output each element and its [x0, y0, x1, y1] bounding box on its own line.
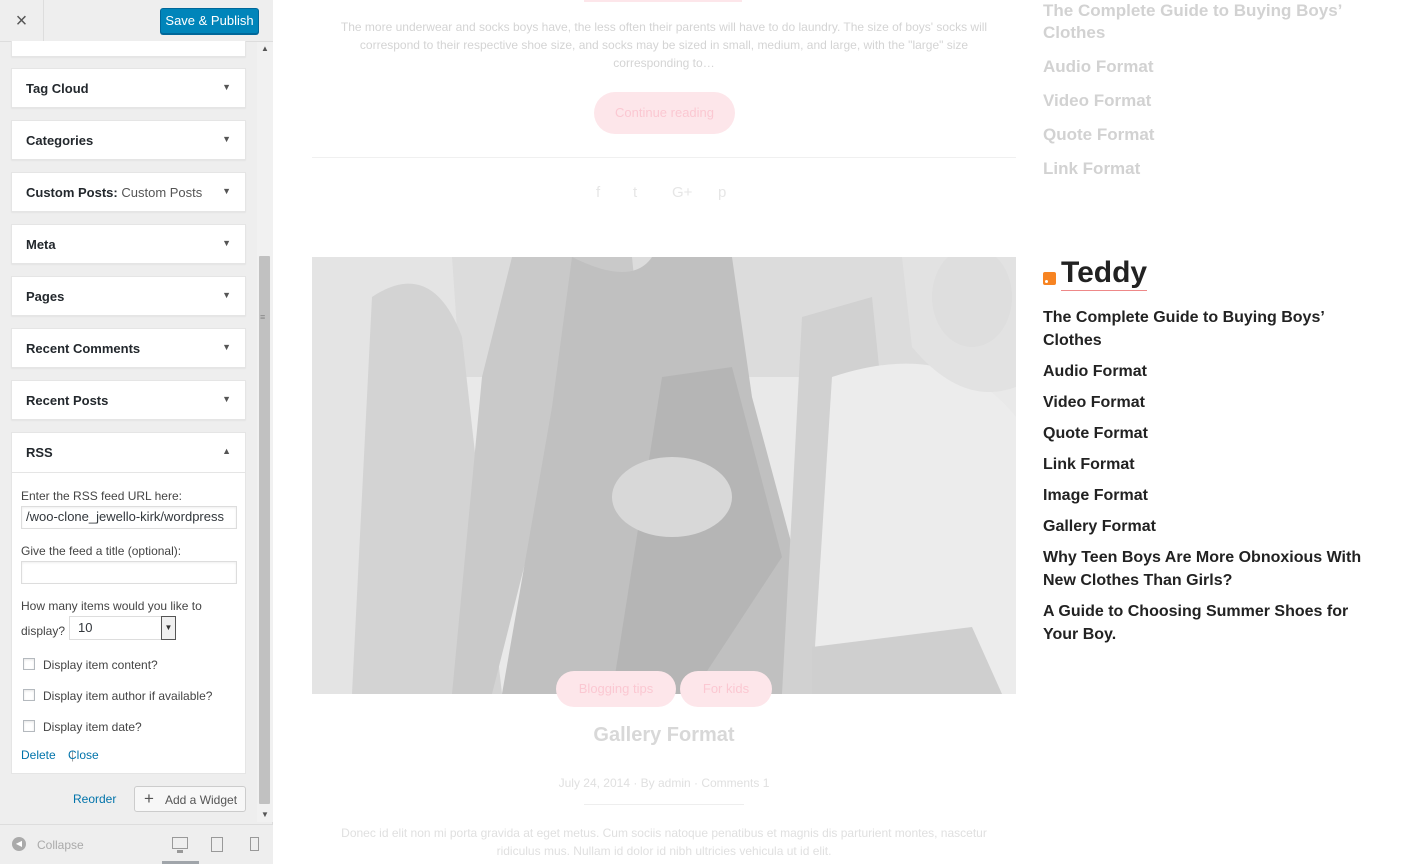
widget-subtitle: Custom Posts: [121, 185, 203, 200]
widget-recent-comments[interactable]: Recent Comments ▼: [11, 328, 246, 368]
customizer-footer: ◀ Collapse: [0, 824, 273, 864]
divider: [584, 804, 744, 805]
accent-line: [584, 0, 742, 2]
checkbox-label: Display item author if available?: [43, 689, 213, 703]
widget-title: Categories: [26, 133, 94, 148]
close-icon[interactable]: ×: [0, 0, 44, 42]
sidebar-post-list: The Complete Guide to Buying Boys’ Cloth…: [1043, 0, 1373, 180]
chevron-up-icon[interactable]: ▲: [222, 446, 231, 456]
post-excerpt: The more underwear and socks boys have, …: [340, 20, 988, 70]
widget-title: Pages: [26, 289, 65, 304]
feed-title-label: Give the feed a title (optional):: [21, 544, 182, 558]
checkbox[interactable]: [23, 689, 35, 701]
post-link[interactable]: Video Format: [1043, 90, 1373, 112]
post-title[interactable]: Gallery Format: [514, 724, 814, 747]
widget-title: Meta: [26, 237, 56, 252]
rss-item-link[interactable]: Gallery Format: [1043, 515, 1383, 538]
continue-reading-button[interactable]: Continue reading: [594, 92, 735, 134]
post-meta: July 24, 2014 · By admin · Comments 1: [558, 776, 770, 790]
save-publish-button[interactable]: Save & Publish: [160, 8, 259, 34]
twitter-icon[interactable]: t: [633, 184, 637, 201]
items-count-select[interactable]: 10 ▼: [69, 616, 176, 640]
rss-item-link[interactable]: Why Teen Boys Are More Obnoxious With Ne…: [1043, 546, 1383, 592]
post-featured-image[interactable]: [312, 257, 1016, 694]
widget-rss: RSS ▲ Enter the RSS feed URL here: woo-c…: [11, 432, 246, 774]
rss-item-list: The Complete Guide to Buying Boys’ Cloth…: [1043, 306, 1383, 654]
items-count-value: 10: [78, 620, 93, 635]
divider: [312, 157, 1016, 158]
collapse-icon[interactable]: ◀: [12, 837, 26, 851]
rss-item-link[interactable]: Quote Format: [1043, 422, 1383, 445]
pinterest-icon[interactable]: p: [718, 184, 726, 201]
customizer-header: × Save & Publish: [0, 0, 273, 42]
collapse-label[interactable]: Collapse: [37, 838, 84, 852]
site-preview: The more underwear and socks boys have, …: [274, 0, 1419, 864]
chevron-down-icon[interactable]: ▼: [222, 238, 231, 248]
chevron-down-icon[interactable]: ▼: [222, 290, 231, 300]
widget-title: Tag Cloud: [26, 81, 89, 96]
mobile-icon[interactable]: [250, 837, 259, 851]
category-pill[interactable]: For kids: [680, 671, 772, 707]
widget-rss-header[interactable]: RSS ▲: [12, 433, 245, 473]
add-widget-button[interactable]: + Add a Widget: [134, 786, 246, 812]
customizer-sidebar: × Save & Publish Tag Cloud ▼ Categories …: [0, 0, 273, 864]
checkbox-label: Display item content?: [43, 658, 158, 672]
rss-url-input[interactable]: woo-clone_jewello-kirk/wordpress/: [21, 506, 237, 529]
reorder-link[interactable]: Reorder: [73, 792, 116, 806]
sidebar-scrollbar[interactable]: ▲ ≡ ▼: [257, 42, 273, 822]
chevron-down-icon[interactable]: ▼: [222, 134, 231, 144]
checkbox-label: Display item date?: [43, 720, 142, 734]
scroll-up-icon[interactable]: ▲: [261, 44, 269, 53]
widget-title: Recent Posts: [26, 393, 109, 408]
featured-photo: [312, 257, 1016, 694]
tablet-icon[interactable]: [211, 837, 223, 852]
widget-categories[interactable]: Categories ▼: [11, 120, 246, 160]
rss-url-label: Enter the RSS feed URL here:: [21, 489, 182, 503]
rss-item-link[interactable]: The Complete Guide to Buying Boys’ Cloth…: [1043, 306, 1383, 352]
rss-item-link[interactable]: Video Format: [1043, 391, 1383, 414]
chevron-down-icon[interactable]: ▼: [222, 342, 231, 352]
rss-widget-title[interactable]: Teddy: [1061, 256, 1148, 291]
category-pill[interactable]: Blogging tips: [556, 671, 676, 707]
chevron-down-icon[interactable]: ▼: [222, 394, 231, 404]
post-link[interactable]: Link Format: [1043, 158, 1373, 180]
scrollbar-grip-icon: ≡: [260, 312, 266, 322]
widget-pages[interactable]: Pages ▼: [11, 276, 246, 316]
plus-icon: +: [144, 789, 154, 808]
desktop-icon[interactable]: [172, 837, 188, 853]
rss-item-link[interactable]: A Guide to Choosing Summer Shoes for You…: [1043, 600, 1383, 646]
items-count-label: How many items would you like to: [21, 599, 202, 613]
chevron-down-icon[interactable]: ▼: [222, 82, 231, 92]
facebook-icon[interactable]: f: [596, 184, 600, 201]
google-plus-icon[interactable]: G+: [672, 184, 692, 201]
scroll-down-icon[interactable]: ▼: [261, 810, 269, 819]
widget-title-text: Custom Posts:: [26, 185, 118, 200]
post-link[interactable]: Audio Format: [1043, 56, 1373, 78]
rss-item-link[interactable]: Link Format: [1043, 453, 1383, 476]
scrollbar-thumb[interactable]: [259, 256, 270, 804]
widget-title: Recent Comments: [26, 341, 141, 356]
rss-icon[interactable]: [1043, 272, 1056, 285]
rss-item-link[interactable]: Image Format: [1043, 484, 1383, 507]
widget-meta[interactable]: Meta ▼: [11, 224, 246, 264]
widget-title: RSS: [26, 445, 53, 460]
widget-title: Custom Posts: Custom Posts: [26, 185, 202, 200]
chevron-down-icon[interactable]: ▼: [222, 186, 231, 196]
chevron-down-icon[interactable]: ▼: [161, 616, 176, 640]
close-link[interactable]: Close: [68, 748, 99, 762]
widget-custom-posts[interactable]: Custom Posts: Custom Posts ▼: [11, 172, 246, 212]
delete-link[interactable]: Delete: [21, 748, 56, 762]
add-widget-label: Add a Widget: [165, 793, 238, 807]
widget-tag-cloud[interactable]: Tag Cloud ▼: [11, 68, 246, 108]
post-link[interactable]: Quote Format: [1043, 124, 1373, 146]
post-link[interactable]: The Complete Guide to Buying Boys’ Cloth…: [1043, 0, 1373, 44]
checkbox[interactable]: [23, 658, 35, 670]
checkbox[interactable]: [23, 720, 35, 732]
widget-partial[interactable]: [11, 41, 246, 57]
post-excerpt: Donec id elit non mi porta gravida at eg…: [341, 826, 987, 858]
widget-recent-posts[interactable]: Recent Posts ▼: [11, 380, 246, 420]
feed-title-input[interactable]: [21, 561, 237, 584]
items-count-label-2: display?: [21, 624, 66, 638]
rss-item-link[interactable]: Audio Format: [1043, 360, 1383, 383]
